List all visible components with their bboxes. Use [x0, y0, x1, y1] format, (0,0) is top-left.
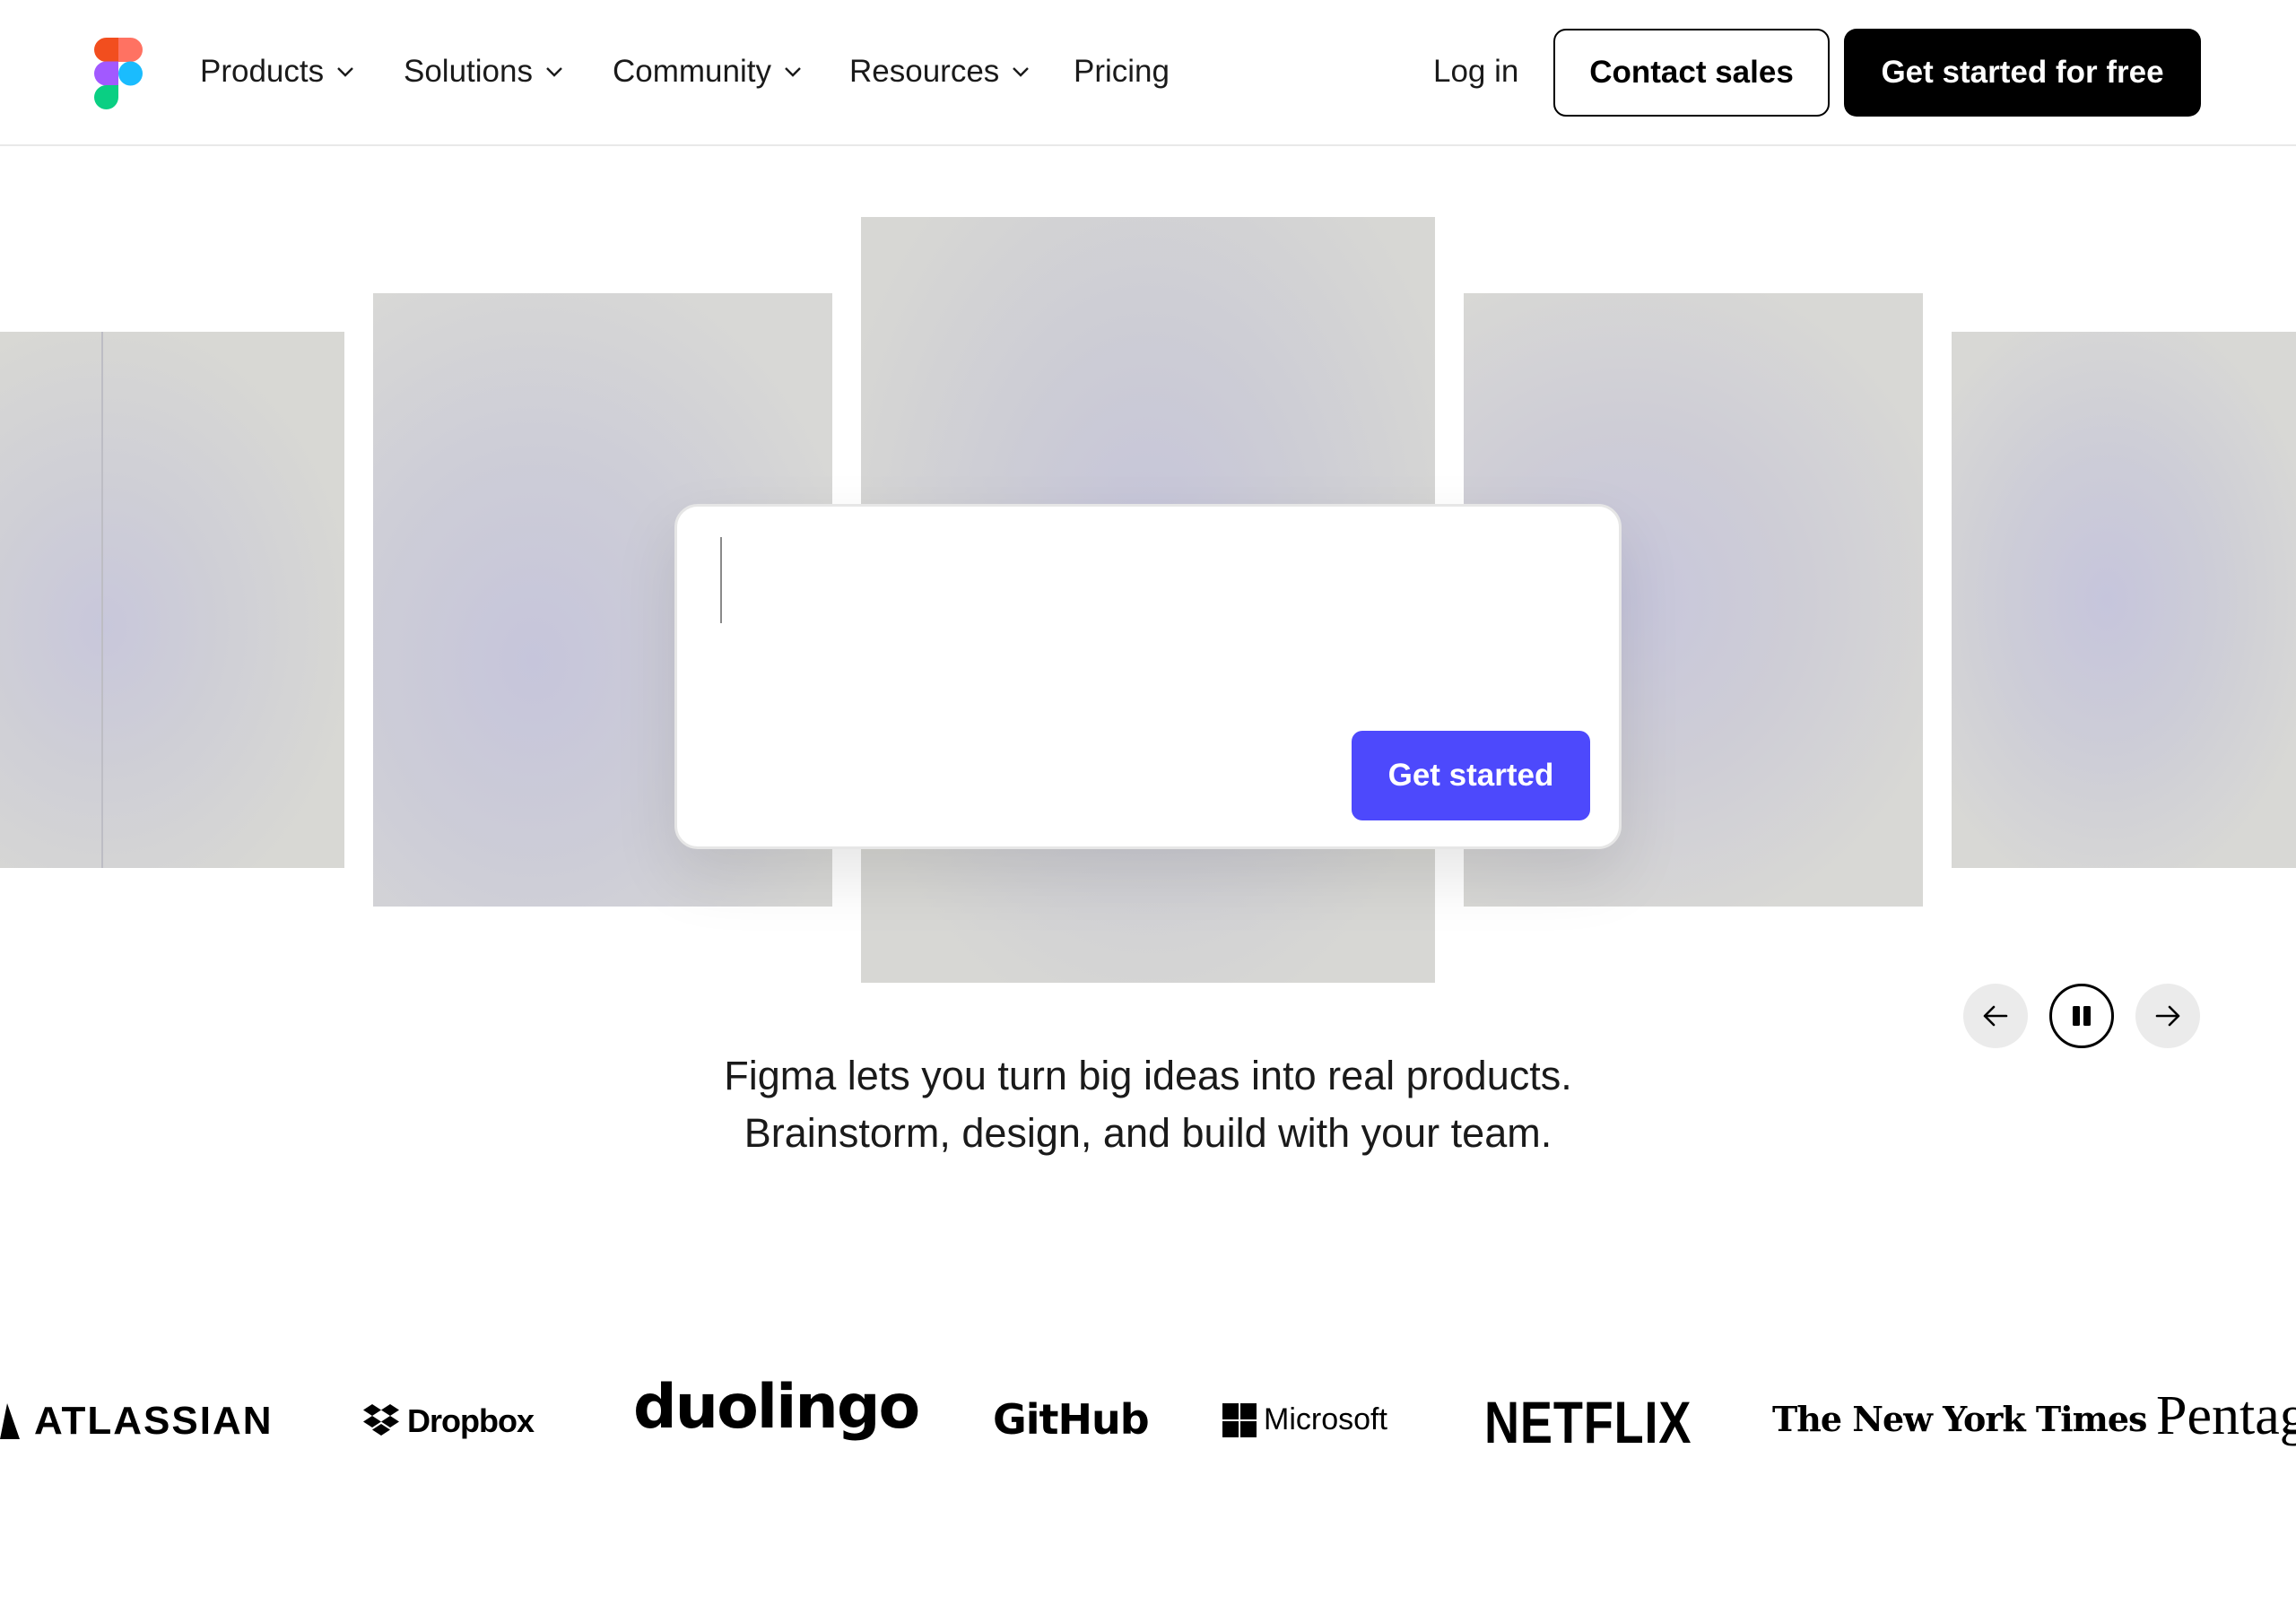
pause-icon	[2073, 1006, 2091, 1026]
atlassian-wordmark: ATLASSIAN	[34, 1399, 274, 1443]
netflix-logo: NETFLIX	[1484, 1389, 1692, 1455]
microsoft-wordmark: Microsoft	[1264, 1402, 1387, 1436]
chevron-down-icon	[1013, 67, 1030, 77]
chevron-down-icon	[337, 67, 353, 77]
arrow-left-icon	[1983, 1005, 2008, 1027]
carousel-slide-far-right	[1952, 332, 2296, 868]
get-started-free-button[interactable]: Get started for free	[1844, 29, 2201, 117]
carousel-slide-far-left	[0, 332, 344, 868]
nav-community[interactable]: Community	[613, 50, 804, 93]
dropbox-box-icon	[363, 1404, 399, 1436]
nav-resources[interactable]: Resources	[849, 50, 1031, 93]
nav-solutions-label: Solutions	[404, 54, 533, 89]
contact-sales-button[interactable]: Contact sales	[1553, 29, 1830, 117]
carousel-pause-button[interactable]	[2049, 984, 2114, 1048]
nav-pricing-label: Pricing	[1074, 54, 1170, 89]
microsoft-logo: Microsoft	[1222, 1402, 1387, 1437]
nav-resources-label: Resources	[849, 54, 1000, 89]
carousel-next-button[interactable]	[2135, 984, 2200, 1048]
hero-tagline: Figma lets you turn big ideas into real …	[610, 1047, 1686, 1162]
chevron-down-icon	[785, 67, 801, 77]
microsoft-squares-icon	[1222, 1402, 1257, 1437]
tagline-line-1: Figma lets you turn big ideas into real …	[724, 1053, 1572, 1098]
customer-logos: ATLASSIAN Dropbox duolingo GitHub Micros…	[0, 1372, 2296, 1471]
atlassian-mark-icon	[0, 1403, 20, 1439]
tagline-line-2: Brainstorm, design, and build with your …	[744, 1110, 1552, 1156]
site-header: Products Solutions Community Resources P…	[0, 0, 2296, 146]
dropbox-wordmark: Dropbox	[407, 1402, 535, 1439]
chevron-down-icon	[546, 67, 562, 77]
dropbox-logo: Dropbox	[362, 1402, 535, 1440]
pentagram-logo: Pentag	[2156, 1385, 2296, 1446]
nyt-logo: The New York Times	[1772, 1399, 2147, 1439]
login-link[interactable]: Log in	[1433, 50, 1518, 93]
duolingo-logo: duolingo	[633, 1372, 920, 1443]
arrow-right-icon	[2155, 1005, 2180, 1027]
nav-products-label: Products	[200, 54, 325, 89]
atlassian-logo: ATLASSIAN	[0, 1399, 274, 1444]
nav-pricing[interactable]: Pricing	[1074, 50, 1170, 93]
nav-community-label: Community	[613, 54, 771, 89]
nav-products[interactable]: Products	[200, 50, 356, 93]
prompt-input-box[interactable]: Get started	[674, 504, 1622, 849]
carousel-prev-button[interactable]	[1963, 984, 2028, 1048]
get-started-button[interactable]: Get started	[1352, 731, 1590, 820]
figma-logo-icon[interactable]	[94, 38, 143, 109]
slide-divider	[101, 332, 103, 868]
github-logo: GitHub	[993, 1395, 1150, 1444]
text-caret	[720, 537, 722, 623]
nav-solutions[interactable]: Solutions	[404, 50, 565, 93]
